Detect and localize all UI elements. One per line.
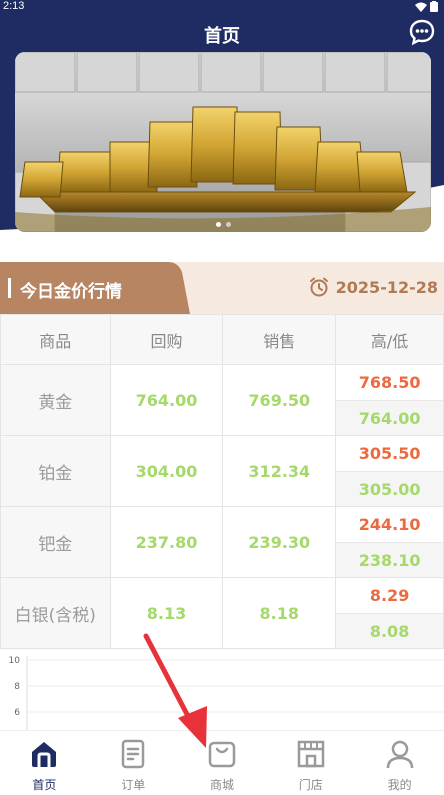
table-row: 黄金 764.00 769.50 768.50 764.00 (0, 364, 444, 436)
market-date-text: 2025-12-28 (335, 277, 438, 297)
banner-carousel[interactable] (15, 52, 431, 232)
section-title-bar (8, 278, 11, 298)
price-trend-chart: 10 8 6 (9, 656, 444, 738)
profile-icon (386, 740, 413, 769)
high-low-cell: 768.50 764.00 (335, 364, 444, 436)
low-price: 8.08 (336, 613, 443, 648)
banner-pagination (15, 222, 431, 227)
shopping-bag-icon (208, 741, 236, 768)
section-title: 今日金价行情 (20, 282, 122, 302)
battery-icon (430, 1, 438, 12)
high-price: 768.50 (336, 365, 443, 400)
low-price: 764.00 (336, 400, 443, 435)
product-name: 白银(含税) (0, 577, 111, 649)
tab-orders[interactable]: 订单 (89, 731, 178, 795)
market-date: 2025-12-28 (308, 276, 438, 298)
alarm-clock-icon (309, 277, 328, 297)
high-price: 305.50 (336, 436, 443, 471)
high-low-cell: 244.10 238.10 (335, 506, 444, 578)
tab-stores[interactable]: 门店 (266, 731, 355, 795)
chat-bubble-icon[interactable] (408, 18, 436, 46)
tab-label: 首页 (32, 778, 57, 792)
tab-home[interactable]: 首页 (0, 731, 89, 795)
table-row: 白银(含税) 8.13 8.18 8.29 8.08 (0, 577, 444, 649)
buyback-price: 764.00 (109, 364, 224, 436)
table-row: 铂金 304.00 312.34 305.50 305.00 (0, 435, 444, 507)
tab-label: 门店 (298, 778, 323, 792)
product-name: 钯金 (0, 506, 111, 578)
y-tick-label: 6 (14, 708, 20, 718)
home-page: 2:13 首页 今日金价行情 2025-12-28 商品 回购 销售 高/低 黄… (0, 0, 444, 795)
wifi-icon (415, 2, 427, 12)
tab-label: 我的 (387, 778, 412, 792)
price-table: 商品 回购 销售 高/低 黄金 764.00 769.50 768.50 764… (0, 314, 444, 649)
home-icon (32, 742, 57, 767)
low-price: 305.00 (336, 471, 443, 506)
product-name: 黄金 (0, 364, 111, 436)
page-title: 首页 (204, 26, 240, 47)
high-low-cell: 8.29 8.08 (335, 577, 444, 649)
product-name: 铂金 (0, 435, 111, 507)
buyback-price: 237.80 (109, 506, 224, 578)
high-low-cell: 305.50 305.00 (335, 435, 444, 507)
y-tick-label: 8 (14, 682, 20, 692)
tab-label: 订单 (121, 778, 146, 792)
banner-dot-active[interactable] (215, 222, 221, 227)
buyback-price: 8.13 (109, 577, 224, 649)
gold-bars-image (15, 52, 431, 232)
low-price: 238.10 (336, 542, 443, 577)
banner-dot[interactable] (225, 222, 231, 227)
column-header-high-low: 高/低 (335, 314, 444, 365)
sell-price: 239.30 (222, 506, 337, 578)
y-tick-label: 10 (9, 656, 21, 666)
column-header-buyback: 回购 (109, 314, 224, 365)
bottom-tab-bar: 首页 订单 商城 门店 我的 (0, 730, 444, 795)
column-header-sell: 销售 (222, 314, 337, 365)
order-icon (121, 739, 145, 769)
status-time: 2:13 (3, 0, 25, 12)
table-row: 钯金 237.80 239.30 244.10 238.10 (0, 506, 444, 578)
column-header-product: 商品 (0, 314, 111, 365)
tab-label: 商城 (209, 778, 234, 792)
status-bar: 2:13 (0, 0, 444, 14)
table-header-row: 商品 回购 销售 高/低 (0, 314, 444, 365)
tab-profile[interactable]: 我的 (355, 731, 444, 795)
sell-price: 769.50 (222, 364, 337, 436)
market-section-header: 今日金价行情 2025-12-28 (0, 262, 444, 314)
status-icons (415, 1, 438, 12)
store-icon (297, 740, 325, 768)
high-price: 244.10 (336, 507, 443, 542)
sell-price: 8.18 (222, 577, 337, 649)
tab-mall[interactable]: 商城 (178, 731, 267, 795)
buyback-price: 304.00 (109, 435, 224, 507)
sell-price: 312.34 (222, 435, 337, 507)
high-price: 8.29 (336, 578, 443, 613)
